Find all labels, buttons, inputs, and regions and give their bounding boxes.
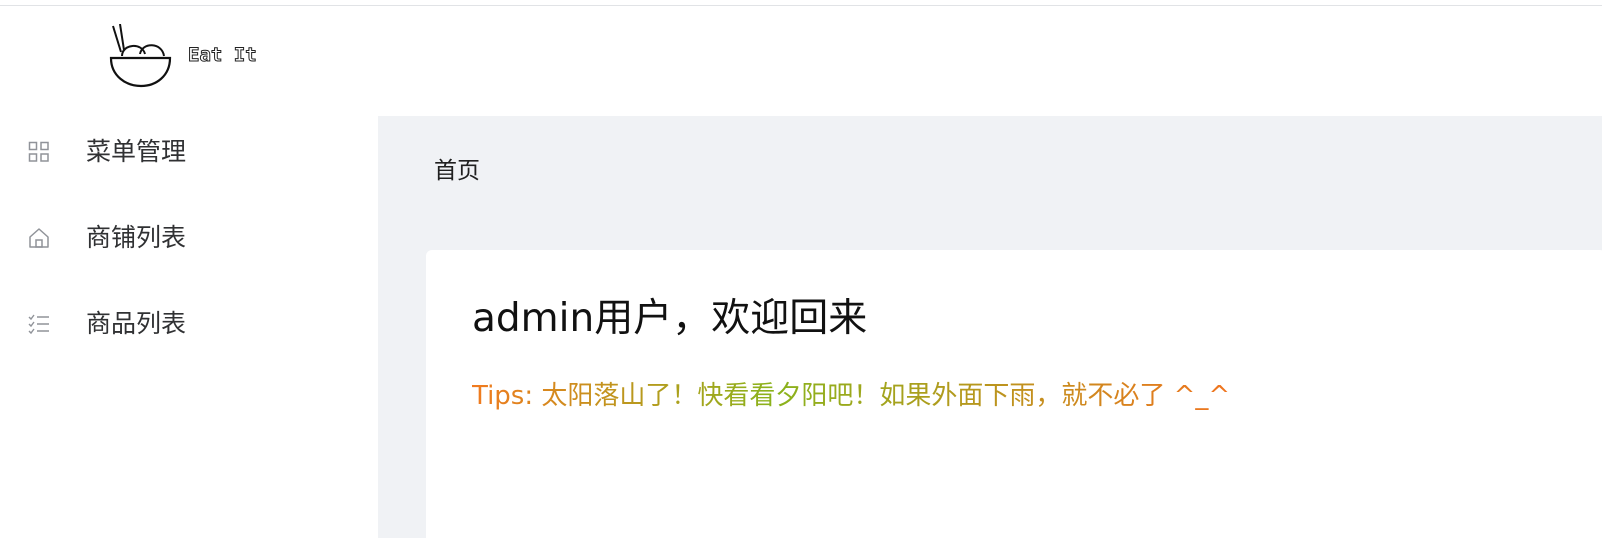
tips-text: Tips: 太阳落山了！快看看夕阳吧！如果外面下雨，就不必了 ^_^	[472, 381, 1231, 411]
sidebar-item-shop-list[interactable]: 商铺列表	[0, 208, 378, 268]
grid-icon	[28, 141, 50, 163]
sidebar-item-label: 商品列表	[86, 309, 187, 338]
logo-text: Eat It	[188, 44, 258, 67]
sidebar-item-menu-management[interactable]: 菜单管理	[0, 122, 378, 182]
welcome-message: admin用户，欢迎回来	[472, 296, 868, 341]
header: Eat It	[0, 6, 1602, 116]
breadcrumb[interactable]: 首页	[434, 157, 480, 185]
checklist-icon	[28, 313, 50, 335]
sidebar-item-label: 商铺列表	[86, 223, 187, 252]
sidebar: 菜单管理 商铺列表 商品列表	[0, 116, 378, 538]
house-icon	[28, 227, 50, 249]
main-content: 首页 admin用户，欢迎回来 Tips: 太阳落山了！快看看夕阳吧！如果外面下…	[378, 116, 1602, 550]
sidebar-item-label: 菜单管理	[86, 137, 187, 166]
sidebar-item-product-list[interactable]: 商品列表	[0, 294, 378, 354]
bowl-icon	[109, 24, 172, 88]
welcome-card: admin用户，欢迎回来 Tips: 太阳落山了！快看看夕阳吧！如果外面下雨，就…	[426, 250, 1602, 550]
logo[interactable]: Eat It	[108, 24, 268, 90]
